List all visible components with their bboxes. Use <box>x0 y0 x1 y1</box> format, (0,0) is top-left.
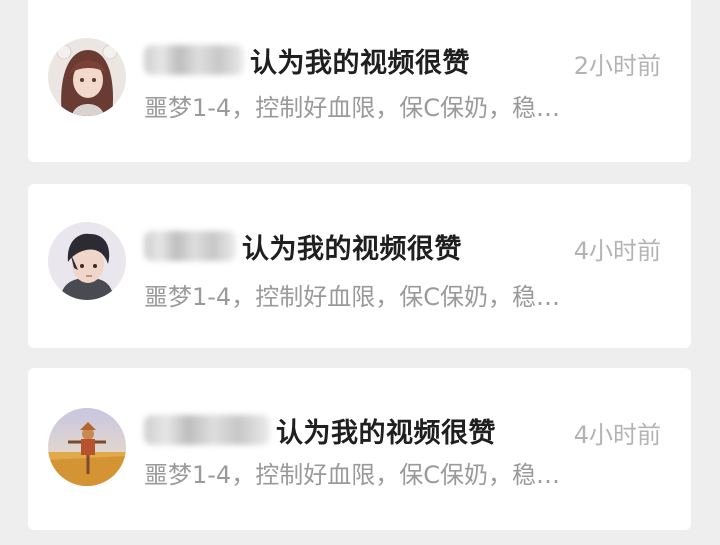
timestamp: 2小时前 <box>573 52 661 80</box>
notification-card[interactable]: 认为我的视频很赞 4小时前 噩梦1-4，控制好血限，保C保奶，稳… <box>28 368 691 530</box>
sender-name-obscured <box>144 415 270 445</box>
timestamp: 4小时前 <box>573 421 661 449</box>
message-preview: 噩梦1-4，控制好血限，保C保奶，稳… <box>144 461 560 489</box>
notification-card[interactable]: 认为我的视频很赞 4小时前 噩梦1-4，控制好血限，保C保奶，稳… <box>28 184 691 348</box>
title-row: 认为我的视频很赞 <box>144 226 462 266</box>
sender-name-obscured <box>144 231 236 261</box>
avatar[interactable] <box>48 222 126 300</box>
title-row: 认为我的视频很赞 <box>144 40 470 80</box>
action-text: 认为我的视频很赞 <box>276 417 496 449</box>
action-text: 认为我的视频很赞 <box>250 47 470 79</box>
anime-girl-avatar-icon <box>48 38 126 116</box>
scarecrow-field-avatar-icon <box>48 408 126 486</box>
notification-card[interactable]: 认为我的视频很赞 2小时前 噩梦1-4，控制好血限，保C保奶，稳… <box>28 0 691 162</box>
sender-name-obscured <box>144 45 244 75</box>
anime-boy-avatar-icon <box>48 222 126 300</box>
avatar[interactable] <box>48 38 126 116</box>
message-preview: 噩梦1-4，控制好血限，保C保奶，稳… <box>144 94 560 122</box>
avatar[interactable] <box>48 408 126 486</box>
message-preview: 噩梦1-4，控制好血限，保C保奶，稳… <box>144 283 560 311</box>
timestamp: 4小时前 <box>573 237 661 265</box>
title-row: 认为我的视频很赞 <box>144 410 496 450</box>
action-text: 认为我的视频很赞 <box>242 233 462 265</box>
